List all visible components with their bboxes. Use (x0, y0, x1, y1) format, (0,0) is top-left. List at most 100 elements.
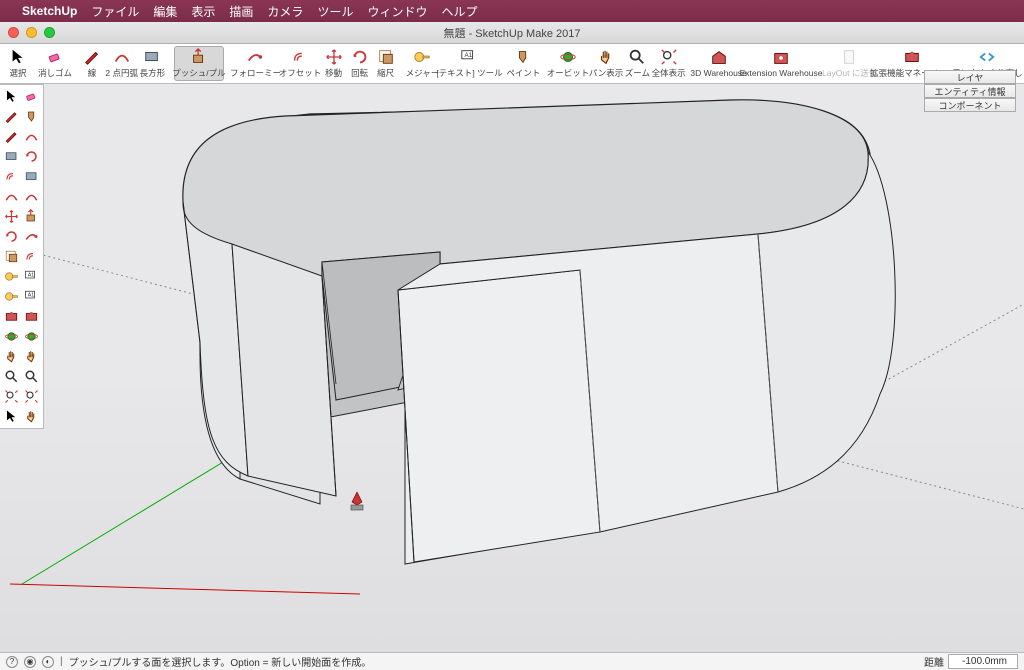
side-tool-15[interactable] (22, 227, 41, 246)
minimize-button[interactable] (26, 27, 37, 38)
side-tool-0[interactable] (2, 87, 21, 106)
side-tool-5[interactable] (22, 127, 41, 146)
side-tool-2[interactable] (2, 107, 21, 126)
toolbar-offset[interactable]: オフセット (280, 47, 319, 80)
toolbar-zoomext-label: 全体表示 (652, 67, 686, 79)
side-tool-16[interactable] (2, 247, 21, 266)
close-button[interactable] (8, 27, 19, 38)
toolbar-tape[interactable]: メジャー (406, 47, 438, 80)
side-tool-30[interactable] (2, 387, 21, 406)
side-tool-11[interactable] (22, 187, 41, 206)
side-tool-28[interactable] (2, 367, 21, 386)
menu-draw[interactable]: 描画 (229, 3, 253, 20)
extwh-icon (772, 49, 790, 67)
status-help-icon[interactable]: ? (6, 656, 18, 668)
side-tool-31[interactable] (22, 387, 41, 406)
toolbar-select-label: 選択 (9, 67, 26, 79)
toolbar-layout-label: LayOut に送信 (822, 67, 877, 79)
side-tool-10[interactable] (2, 187, 21, 206)
toolbar-line[interactable]: 線 (80, 47, 104, 80)
toolbar-text[interactable]: A1[テキスト] ツール (441, 47, 499, 80)
viewport-3d[interactable] (0, 84, 1024, 652)
side-tool-19[interactable]: A1 (22, 267, 41, 286)
side-tool-6[interactable] (2, 147, 21, 166)
side-tool-8[interactable] (2, 167, 21, 186)
side-tool-12[interactable] (2, 207, 21, 226)
side-tool-22[interactable] (2, 307, 21, 326)
svg-text:A1: A1 (28, 273, 35, 279)
toolbar-rectangle[interactable]: 長方形 (139, 47, 165, 80)
line-icon (83, 48, 101, 66)
menu-tools[interactable]: ツール (317, 3, 353, 20)
side-tool-3[interactable] (22, 107, 41, 126)
eraser-icon (46, 48, 64, 66)
toolbar-eraser[interactable]: 消しゴム (39, 47, 72, 80)
toolbar-layout[interactable]: LayOut に送信 (825, 47, 874, 80)
toolbar-rotate-label: 回転 (351, 67, 368, 79)
zoom-button[interactable] (44, 27, 55, 38)
menu-help[interactable]: ヘルプ (441, 3, 477, 20)
toolbar-pan[interactable]: パン表示 (590, 47, 623, 80)
toolbar-arc[interactable]: 2 点円弧 (106, 47, 137, 80)
menu-file[interactable]: ファイル (91, 3, 139, 20)
toolbar-move-label: 移動 (325, 67, 342, 79)
pan-icon (597, 48, 615, 66)
side-tool-4[interactable] (2, 127, 21, 146)
side-tool-24[interactable] (2, 327, 21, 346)
toolbar-paint[interactable]: ペイント (507, 47, 540, 80)
toolbar-extwh[interactable]: Extension Warehouse (746, 48, 817, 79)
toolbar-3dwh[interactable]: 3D Warehouse (694, 48, 744, 79)
toolbar-zoom[interactable]: ズーム (625, 47, 651, 80)
menu-camera[interactable]: カメラ (267, 3, 303, 20)
distance-label: 距離 (924, 654, 944, 669)
3dwh-icon (710, 49, 728, 67)
zoom-icon (628, 48, 646, 66)
scale-icon (377, 48, 395, 66)
side-tool-17[interactable] (22, 247, 41, 266)
toolbar-zoom-label: ズーム (625, 67, 650, 79)
toolbar-select[interactable]: 選択 (6, 47, 30, 80)
menu-view[interactable]: 表示 (191, 3, 215, 20)
toolbar-zoomext[interactable]: 全体表示 (652, 47, 685, 80)
side-tool-20[interactable] (2, 287, 21, 306)
side-toolbar: A1 A1 (0, 84, 44, 429)
toolbar-pushpull[interactable]: プッシュ/プル (174, 46, 224, 81)
mac-menubar: SketchUp ファイル 編集 表示 描画 カメラ ツール ウィンドウ ヘルプ (0, 0, 1024, 22)
side-tool-26[interactable] (2, 347, 21, 366)
status-user-icon[interactable]: ◉ (24, 656, 36, 668)
menu-edit[interactable]: 編集 (153, 3, 177, 20)
toolbar-pan-label: パン表示 (589, 67, 623, 79)
side-tool-18[interactable] (2, 267, 21, 286)
panel-entity-info[interactable]: エンティティ情報 (924, 84, 1016, 98)
toolbar-rotate[interactable]: 回転 (348, 47, 372, 80)
panel-components[interactable]: コンポーネント (924, 98, 1016, 112)
side-tool-21[interactable]: A1 (22, 287, 41, 306)
move-icon (325, 48, 343, 66)
distance-value[interactable]: -100.0mm (948, 654, 1018, 669)
toolbar-scale[interactable]: 縮尺 (374, 47, 398, 80)
side-tool-14[interactable] (2, 227, 21, 246)
toolbar-followme[interactable]: フォローミー (233, 47, 279, 80)
side-tool-27[interactable] (22, 347, 41, 366)
toolbar-tape-label: メジャー (406, 67, 440, 79)
side-tool-33[interactable] (22, 407, 41, 426)
extmgr-icon (903, 48, 921, 66)
side-tool-9[interactable] (22, 167, 41, 186)
side-tool-1[interactable] (22, 87, 41, 106)
toolbar-followme-label: フォローミー (230, 67, 281, 79)
text-icon: A1 (460, 48, 478, 66)
toolbar-3dwh-label: 3D Warehouse (690, 68, 746, 78)
status-geo-icon[interactable]: ◐ (42, 656, 54, 668)
side-tool-25[interactable] (22, 327, 41, 346)
side-tool-23[interactable] (22, 307, 41, 326)
pushpull-icon (190, 48, 208, 66)
menu-window[interactable]: ウィンドウ (367, 3, 427, 20)
app-name[interactable]: SketchUp (22, 4, 77, 18)
toolbar-move[interactable]: 移動 (322, 47, 346, 80)
side-tool-29[interactable] (22, 367, 41, 386)
side-tool-13[interactable] (22, 207, 41, 226)
toolbar-orbit[interactable]: オービット (548, 47, 587, 80)
side-tool-7[interactable] (22, 147, 41, 166)
side-tool-32[interactable] (2, 407, 21, 426)
panel-layers[interactable]: レイヤ (924, 70, 1016, 84)
